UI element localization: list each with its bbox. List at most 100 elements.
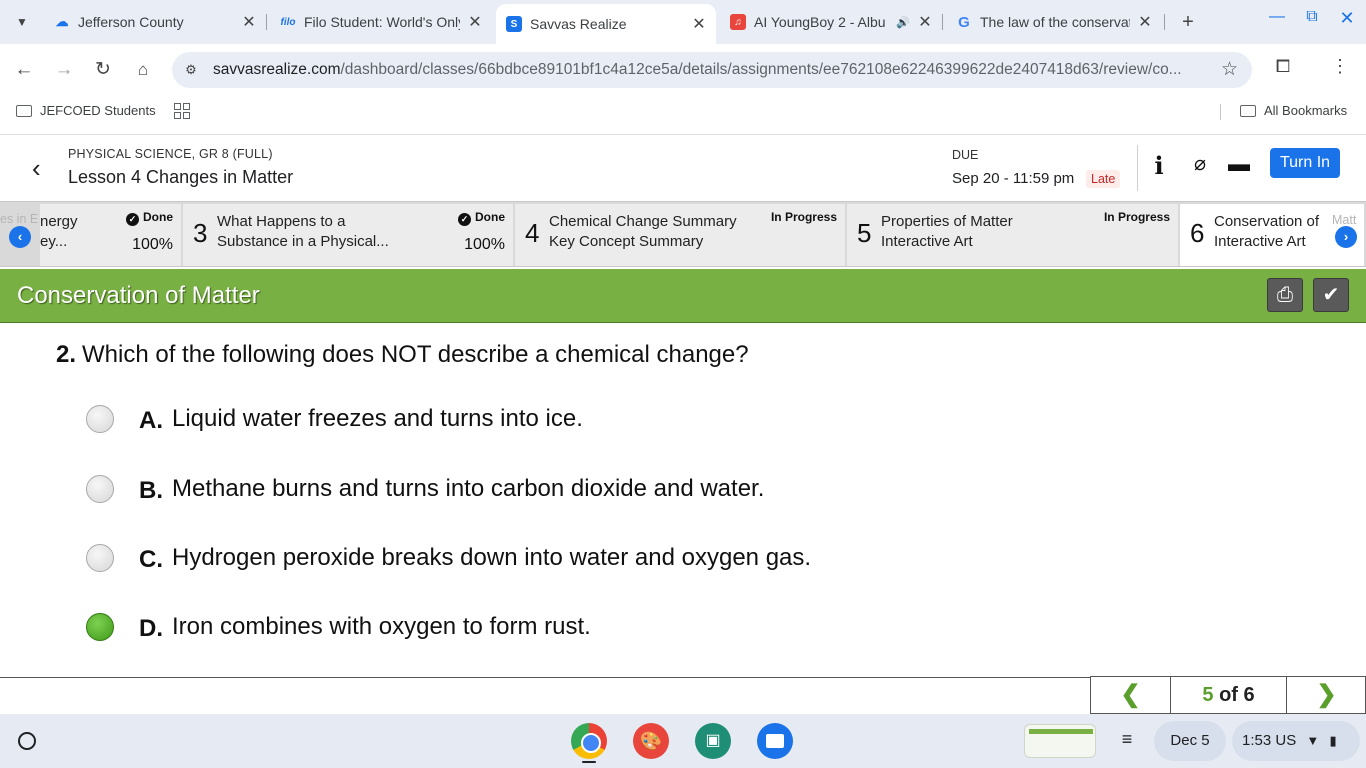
answer-option-a[interactable]: A. Liquid water freezes and turns into i… — [86, 403, 583, 435]
question-pager: ❮ 5 of 6 ❯ — [1090, 676, 1366, 714]
folder-icon — [16, 104, 32, 117]
step-ghost-left: es in E — [0, 212, 39, 226]
site-settings-icon[interactable]: ⚙ — [182, 61, 200, 79]
close-icon[interactable]: ✕ — [240, 12, 258, 32]
step-percent: 100% — [464, 236, 505, 253]
google-icon: G — [958, 13, 970, 31]
launcher-icon[interactable] — [18, 732, 36, 750]
browser-tab-strip: ▼ ☁ Jefferson County ✕ filo Filo Student… — [0, 0, 1366, 44]
assignment-header: ‹ PHYSICAL SCIENCE, GR 8 (FULL) Lesson 4… — [0, 134, 1366, 200]
address-bar[interactable]: ⚙ savvasrealize.com/dashboard/classes/66… — [172, 52, 1252, 88]
close-icon[interactable]: ✕ — [916, 12, 934, 32]
restore-icon[interactable]: ⧉ — [1298, 8, 1326, 26]
new-tab-button[interactable]: + — [1174, 8, 1202, 36]
current-page: 5 — [1202, 684, 1214, 706]
option-text: Liquid water freezes and turns into ice. — [172, 405, 583, 432]
extensions-puzzle-icon[interactable]: ⧠ — [1271, 56, 1295, 82]
bookmarks-bar: JEFCOED Students All Bookmarks — [0, 96, 1366, 126]
turn-in-button[interactable]: Turn In — [1270, 148, 1340, 178]
bookmark-label: JEFCOED Students — [40, 103, 156, 118]
radio-button[interactable] — [86, 544, 114, 572]
check-circle-icon: ✓ — [126, 213, 139, 226]
radio-button[interactable] — [86, 475, 114, 503]
forward-arrow-icon[interactable]: → — [50, 56, 78, 84]
apps-grid-icon[interactable] — [174, 103, 190, 119]
tab-title: Jefferson County — [78, 14, 184, 30]
option-letter: A. — [139, 407, 163, 434]
tab-search-chevron-icon[interactable]: ▼ — [8, 8, 36, 36]
minimize-icon[interactable]: — — [1263, 8, 1291, 26]
paperclip-icon[interactable]: ⌀ — [1187, 151, 1213, 179]
palette-icon[interactable]: 🎨 — [633, 723, 669, 759]
step-title: Chemical Change Summary Key Concept Summa… — [549, 213, 737, 250]
comment-icon[interactable]: ▬ — [1226, 151, 1252, 179]
scroll-right-icon[interactable]: › — [1335, 226, 1357, 248]
url-host: savvasrealize.com — [213, 61, 341, 78]
step-title: nergy ey... — [40, 213, 78, 250]
step-item-4[interactable]: 4 Chemical Change Summary Key Concept Sum… — [515, 204, 847, 266]
screenshot-thumbnail[interactable] — [1024, 724, 1096, 758]
date-display[interactable]: Dec 5 — [1154, 721, 1226, 761]
answer-option-d[interactable]: D. Iron combines with oxygen to form rus… — [86, 611, 591, 643]
url-text[interactable]: savvasrealize.com/dashboard/classes/66bd… — [213, 61, 1198, 79]
media-queue-icon[interactable]: ≡ — [1116, 729, 1138, 750]
files-icon[interactable] — [757, 723, 793, 759]
step-percent: 100% — [132, 236, 173, 253]
tab-title: The law of the conservat — [980, 14, 1130, 30]
close-icon[interactable]: ✕ — [1136, 12, 1154, 32]
header-divider — [1137, 145, 1138, 191]
page-total: of 6 — [1219, 684, 1255, 706]
tab-youngboy-album[interactable]: ♫ AI YoungBoy 2 - Albu 🔊 ✕ — [720, 6, 942, 38]
course-title: PHYSICAL SCIENCE, GR 8 (FULL) — [68, 147, 273, 161]
option-letter: C. — [139, 546, 163, 573]
radio-button-selected[interactable] — [86, 613, 114, 641]
reload-icon[interactable]: ↻ — [89, 56, 117, 84]
cloud-icon: ☁ — [55, 14, 69, 29]
close-icon[interactable]: ✕ — [466, 12, 484, 32]
close-icon[interactable]: ✕ — [690, 14, 708, 34]
page-counter: 5 of 6 — [1171, 677, 1286, 713]
tab-filo-student[interactable]: filo Filo Student: World's Only ✕ — [270, 6, 492, 38]
step-title: Properties of Matter Interactive Art — [881, 213, 1013, 250]
tab-jefferson-county[interactable]: ☁ Jefferson County ✕ — [44, 6, 266, 38]
all-bookmarks-button[interactable]: All Bookmarks — [1240, 103, 1347, 118]
due-date: Sep 20 - 11:59 pm — [952, 170, 1075, 187]
wifi-icon: ▼ — [1306, 733, 1320, 748]
status-tray[interactable]: 1:53 US ▼ ▮ — [1232, 721, 1360, 761]
question-prompt: 2. Which of the following does NOT descri… — [56, 341, 749, 369]
clock-time: 1:53 — [1242, 732, 1272, 749]
folder-icon — [1240, 104, 1256, 117]
option-text: Hydrogen peroxide breaks down into water… — [172, 544, 812, 571]
tab-law-of-conservation[interactable]: G The law of the conservat ✕ — [946, 6, 1162, 38]
answer-option-b[interactable]: B. Methane burns and turns into carbon d… — [86, 473, 764, 505]
step-number: 6 — [1190, 218, 1205, 248]
answer-option-c[interactable]: C. Hydrogen peroxide breaks down into wa… — [86, 542, 811, 574]
step-status: In Progress — [770, 210, 837, 224]
home-icon[interactable]: ⌂ — [129, 56, 157, 84]
step-item-5[interactable]: 5 Properties of Matter Interactive Art In… — [847, 204, 1180, 266]
info-icon[interactable]: i — [1146, 151, 1172, 180]
tab-divider — [1164, 14, 1165, 30]
scroll-left-icon[interactable]: ‹ — [9, 226, 31, 248]
back-chevron-icon[interactable]: ‹ — [32, 153, 41, 184]
close-window-icon[interactable]: ✕ — [1333, 8, 1361, 29]
speaker-icon[interactable]: 🔊 — [896, 16, 910, 29]
radio-button[interactable] — [86, 405, 114, 433]
step-item-2[interactable]: nergy ey... ✓ Done 100% — [40, 204, 183, 266]
check-answer-icon[interactable]: ✔ — [1313, 278, 1349, 312]
back-arrow-icon[interactable]: ← — [10, 56, 38, 84]
tab-title: Filo Student: World's Only — [304, 14, 460, 30]
next-question-button[interactable]: ❯ — [1286, 677, 1366, 713]
bookmark-star-icon[interactable]: ☆ — [1221, 58, 1238, 81]
step-number: 4 — [525, 218, 540, 248]
bookmark-jefcoed-students[interactable]: JEFCOED Students — [16, 103, 156, 118]
question-number: 2. — [56, 341, 77, 368]
browser-menu-icon[interactable]: ⋮ — [1330, 56, 1350, 77]
tab-savvas-realize[interactable]: S Savvas Realize ✕ — [496, 4, 716, 44]
previous-question-button[interactable]: ❮ — [1091, 677, 1171, 713]
chrome-icon[interactable] — [571, 723, 607, 759]
url-path: /dashboard/classes/66bdbce89101bf1c4a12c… — [340, 61, 1182, 78]
step-item-3[interactable]: 3 What Happens to a Substance in a Physic… — [183, 204, 515, 266]
classroom-icon[interactable]: ▣ — [695, 723, 731, 759]
print-icon[interactable]: ⎙ — [1267, 278, 1303, 312]
